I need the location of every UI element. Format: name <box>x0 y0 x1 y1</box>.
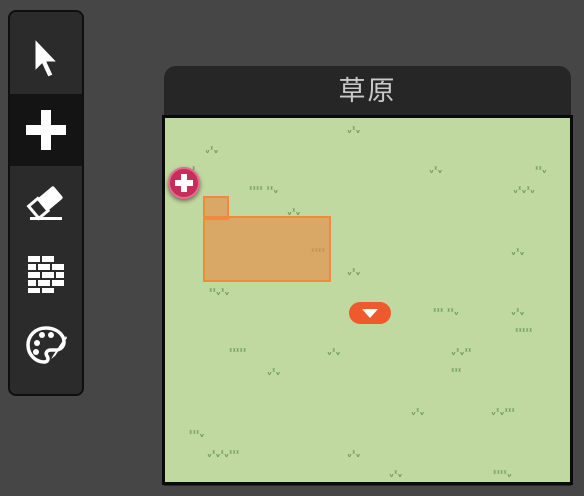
cursor-icon <box>34 37 59 78</box>
panel-title: 草原 <box>338 76 397 107</box>
add-point-marker[interactable] <box>168 167 200 199</box>
grassland-map-canvas[interactable]: ᵥᶦᵥ ᵥᶦᵥ ᵥᶦᵥ ᶦᶦᵥ ᵥᶦ ᶦᶦᶦᶦ ᶦᶦᵥ ᵥᶦᵥᶦᵥ ᵥᶦᵥ ᶦᶦ… <box>162 115 573 485</box>
drop-point-marker[interactable] <box>349 302 391 324</box>
palette-tool-button[interactable] <box>10 310 82 382</box>
grass-tuft: ᵥᶦᵥ <box>429 165 443 176</box>
grass-tuft: ᶦᶦᵥ <box>535 165 547 176</box>
grass-tuft: ᵥᶦᵥ <box>389 469 403 480</box>
eraser-icon <box>26 186 63 221</box>
grass-tuft: ᶦᶦᶦᵥ <box>189 429 205 440</box>
grass-tuft: ᵥᶦᵥᶦᵥᶦᶦᶦ <box>207 449 240 460</box>
grass-tuft: ᶦᶦᵥᶦᵥ <box>209 287 230 298</box>
grass-tuft: ᶦᶦᶦᶦᵥ <box>493 469 512 480</box>
grass-tuft: ᶦᶦᶦ <box>451 367 462 378</box>
grass-tuft: ᶦᶦᶦᶦ ᶦᶦᵥ <box>249 185 279 196</box>
triangle-down-icon <box>362 309 378 318</box>
grass-tuft: ᵥᶦᵥ <box>347 125 361 136</box>
grass-tuft: ᵥᶦᵥ <box>347 267 361 278</box>
bricks-icon <box>28 256 64 293</box>
grass-tuft: ᵥᶦᵥᶦᶦ <box>451 347 472 358</box>
plus-icon <box>26 110 66 150</box>
plus-icon <box>175 174 193 192</box>
bricks-tool-button[interactable] <box>10 238 82 310</box>
grass-tuft: ᵥᶦᵥ <box>347 449 361 460</box>
grass-tuft: ᵥᶦᵥ <box>411 407 425 418</box>
grass-tuft: ᶦᶦᶦᶦᶦ <box>229 347 247 358</box>
selection-handle[interactable] <box>203 196 229 220</box>
add-tool-button[interactable] <box>10 94 82 166</box>
eraser-tool-button[interactable] <box>10 166 82 238</box>
tool-palette <box>8 10 84 396</box>
grass-tuft: ᶦᶦᶦᶦᶦ <box>515 327 533 338</box>
grass-tuft: ᵥᶦᵥ <box>511 247 525 258</box>
grass-tuft: ᵥᶦᵥ <box>327 347 341 358</box>
selection-area[interactable] <box>203 216 331 282</box>
grass-tuft: ᵥᶦᵥ <box>267 367 281 378</box>
select-tool-button[interactable] <box>10 22 82 94</box>
grass-tuft: ᶦᶦᶦ ᶦᶦᵥ <box>433 307 459 318</box>
grass-tuft: ᵥᶦᵥ <box>205 145 219 156</box>
grass-tuft: ᵥᶦᵥᶦᶦᶦ <box>491 407 515 418</box>
palette-icon <box>26 326 67 364</box>
grass-tuft: ᵥᶦᵥᶦᵥ <box>513 185 535 196</box>
grass-tuft: ᵥᶦᵥ <box>511 307 525 318</box>
